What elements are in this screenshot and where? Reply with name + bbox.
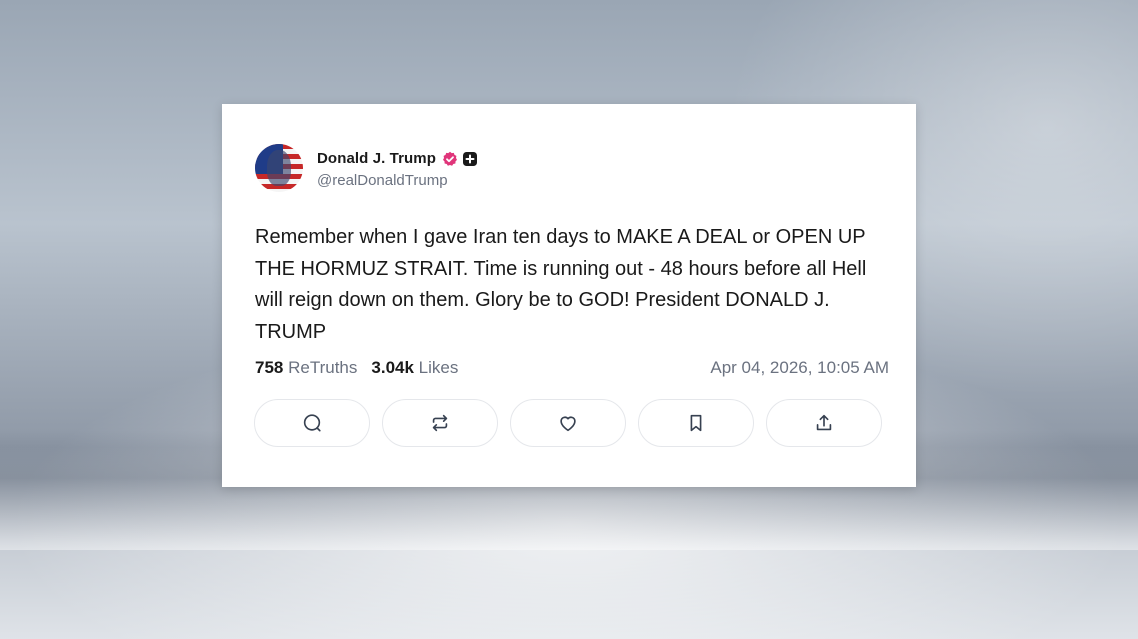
retruths-count: 758 bbox=[255, 358, 284, 377]
like-button[interactable] bbox=[510, 399, 626, 447]
timestamp[interactable]: Apr 04, 2026, 10:05 AM bbox=[710, 358, 889, 378]
post-stats: 758 ReTruths 3.04k Likes Apr 04, 2026, 1… bbox=[255, 358, 889, 378]
display-name[interactable]: Donald J. Trump bbox=[317, 150, 436, 167]
post-header: Donald J. Trump @realDonaldTrump bbox=[255, 144, 478, 192]
bookmark-button[interactable] bbox=[638, 399, 754, 447]
bookmark-icon bbox=[690, 414, 702, 432]
reply-icon bbox=[303, 414, 321, 432]
like-icon bbox=[560, 416, 576, 432]
plus-badge-icon bbox=[462, 151, 478, 167]
likes-label: Likes bbox=[418, 358, 459, 377]
avatar[interactable] bbox=[255, 144, 303, 192]
retruth-button[interactable] bbox=[382, 399, 498, 447]
share-button[interactable] bbox=[766, 399, 882, 447]
post-text: Remember when I gave Iran ten days to MA… bbox=[255, 226, 867, 343]
likes-count: 3.04k bbox=[371, 358, 414, 377]
share-icon bbox=[816, 414, 832, 431]
post-card: Donald J. Trump @realDonaldTrump Remembe… bbox=[222, 104, 916, 487]
author-names: Donald J. Trump @realDonaldTrump bbox=[317, 148, 478, 189]
verified-badge-icon bbox=[442, 151, 458, 167]
handle[interactable]: @realDonaldTrump bbox=[317, 172, 478, 189]
action-bar bbox=[254, 399, 882, 447]
retruth-icon bbox=[432, 414, 448, 432]
retruths-label: ReTruths bbox=[288, 358, 358, 377]
likes-stat[interactable]: 3.04k Likes bbox=[371, 358, 458, 378]
retruths-stat[interactable]: 758 ReTruths bbox=[255, 358, 357, 378]
reply-button[interactable] bbox=[254, 399, 370, 447]
